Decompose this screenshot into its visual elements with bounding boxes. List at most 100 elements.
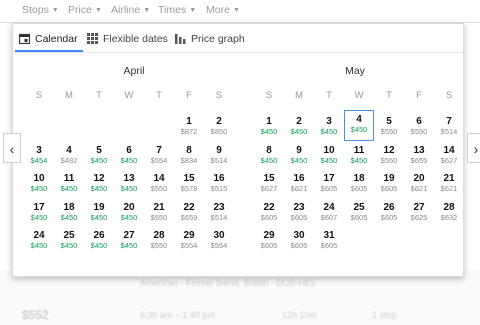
calendar-day[interactable]: 27 $450: [114, 226, 144, 254]
calendar-day[interactable]: 5 $550: [374, 112, 404, 140]
calendar-day[interactable]: 28 $632: [434, 198, 464, 226]
flight-duration: 12h 10m: [282, 310, 318, 320]
calendar-day[interactable]: 9 $514: [204, 141, 234, 169]
calendar-day[interactable]: 24 $607: [314, 198, 344, 226]
calendar-day[interactable]: 1 $450: [254, 112, 284, 140]
calendar-day[interactable]: 18 $450: [54, 198, 84, 226]
calendar-day[interactable]: 14 $550: [144, 169, 174, 197]
calendar-day[interactable]: 3 $454: [24, 141, 54, 169]
month-title-april: April: [123, 65, 145, 77]
calendar-day[interactable]: 20 $621: [404, 169, 434, 197]
day-price: $450: [320, 127, 338, 136]
day-number: 24: [33, 230, 45, 241]
calendar-day[interactable]: 21 $621: [434, 169, 464, 197]
calendar-day[interactable]: 15 $578: [174, 169, 204, 197]
day-price: $627: [260, 184, 278, 193]
day-price: $550: [410, 127, 428, 136]
calendar-day-selected[interactable]: 4 $450: [344, 110, 374, 141]
chevron-down-icon: ▼: [143, 7, 151, 14]
day-price: $450: [90, 184, 108, 193]
calendar-day[interactable]: 8 $450: [254, 141, 284, 169]
filter-stops[interactable]: Stops ▼: [22, 4, 59, 16]
calendar-day[interactable]: 16 $621: [284, 169, 314, 197]
day-number: 1: [266, 116, 272, 127]
calendar-day[interactable]: 23 $605: [284, 198, 314, 226]
day-number: 18: [63, 201, 75, 213]
flight-airline-line: American · Finnair Iberia, British · DUB…: [140, 278, 317, 288]
calendar-day[interactable]: 19 $450: [84, 198, 114, 226]
tab-flexible-dates[interactable]: Flexible dates: [87, 33, 168, 50]
calendar-day[interactable]: 2 $450: [284, 112, 314, 140]
calendar-day[interactable]: 4 $482: [54, 141, 84, 169]
day-number: 23: [213, 201, 225, 213]
day-number: 15: [263, 173, 275, 184]
calendar-day[interactable]: 13 $655: [404, 141, 434, 169]
day-number: 3: [36, 144, 42, 156]
day-number: 7: [446, 116, 452, 127]
calendar-day[interactable]: 7 $514: [434, 112, 464, 140]
filter-airline[interactable]: Airline ▼: [111, 4, 150, 16]
calendar-day[interactable]: 27 $625: [404, 198, 434, 226]
calendar-day[interactable]: 3 $450: [314, 112, 344, 140]
calendar-day[interactable]: 5 $450: [84, 141, 114, 169]
calendar-day[interactable]: 28 $550: [144, 226, 174, 254]
calendar-day[interactable]: 26 $605: [374, 198, 404, 226]
tab-calendar[interactable]: Calendar: [18, 33, 78, 50]
calendar-day[interactable]: 22 $659: [174, 198, 204, 226]
day-price: $450: [90, 212, 108, 222]
calendar-day[interactable]: 13 $450: [114, 169, 144, 197]
day-price: $554: [210, 241, 228, 250]
next-month-button[interactable]: ›: [467, 133, 480, 163]
calendar-day[interactable]: 16 $515: [204, 169, 234, 197]
calendar-day[interactable]: 29 $605: [254, 226, 284, 254]
filter-more[interactable]: More ▼: [206, 4, 240, 16]
calendar-day[interactable]: 19 $605: [374, 169, 404, 197]
month-title-may: May: [345, 65, 365, 77]
day-price: $655: [410, 155, 428, 165]
calendar-day[interactable]: 9 $450: [284, 141, 314, 169]
calendar-day[interactable]: 18 $605: [344, 169, 374, 197]
tab-price-graph[interactable]: Price graph: [175, 33, 245, 50]
calendar-day[interactable]: 10 $450: [24, 169, 54, 197]
calendar-day[interactable]: 1 $872: [174, 112, 204, 140]
calendar-icon: [18, 33, 31, 45]
calendar-day[interactable]: 14 $627: [434, 141, 464, 169]
calendar-day[interactable]: 15 $627: [254, 169, 284, 197]
calendar-day[interactable]: 2 $850: [204, 112, 234, 140]
calendar-day[interactable]: 11 $450: [54, 169, 84, 197]
calendar-day[interactable]: 25 $450: [54, 226, 84, 254]
calendar-day[interactable]: 17 $450: [24, 198, 54, 226]
calendar-day[interactable]: 6 $550: [404, 112, 434, 140]
day-number: 27: [123, 230, 135, 241]
calendar-day[interactable]: 17 $605: [314, 169, 344, 197]
day-number: 28: [443, 201, 455, 213]
calendar-day[interactable]: 25 $605: [344, 198, 374, 226]
filter-price[interactable]: Price ▼: [68, 4, 102, 16]
day-number: 25: [63, 230, 75, 241]
tabs-divider: [13, 52, 463, 53]
calendar-day[interactable]: 30 $605: [284, 226, 314, 254]
calendar-day[interactable]: 6 $450: [114, 141, 144, 169]
previous-month-button[interactable]: ‹: [3, 133, 21, 163]
calendar-day[interactable]: 12 $550: [374, 141, 404, 169]
calendar-day[interactable]: 20 $450: [114, 198, 144, 226]
day-price: $605: [290, 212, 308, 222]
calendar-day[interactable]: 11 $450: [344, 141, 374, 169]
calendar-day[interactable]: 22 $605: [254, 198, 284, 226]
calendar-day[interactable]: 10 $450: [314, 141, 344, 169]
chevron-left-icon: ‹: [9, 141, 15, 157]
calendar-day[interactable]: 30 $554: [204, 226, 234, 254]
calendar-day[interactable]: 8 $834: [174, 141, 204, 169]
calendar-day[interactable]: 24 $450: [24, 226, 54, 254]
day-number: 9: [296, 144, 302, 156]
day-price: $450: [60, 184, 78, 193]
calendar-day[interactable]: 31 $605: [314, 226, 344, 254]
calendar-day[interactable]: 7 $554: [144, 141, 174, 169]
calendar-day[interactable]: 12 $450: [84, 169, 114, 197]
calendar-day[interactable]: 26 $450: [84, 226, 114, 254]
calendar-day[interactable]: 29 $554: [174, 226, 204, 254]
filter-times[interactable]: Times ▼: [158, 4, 196, 16]
calendar-day[interactable]: 21 $550: [144, 198, 174, 226]
day-price: $605: [320, 184, 338, 193]
calendar-day[interactable]: 23 $514: [204, 198, 234, 226]
